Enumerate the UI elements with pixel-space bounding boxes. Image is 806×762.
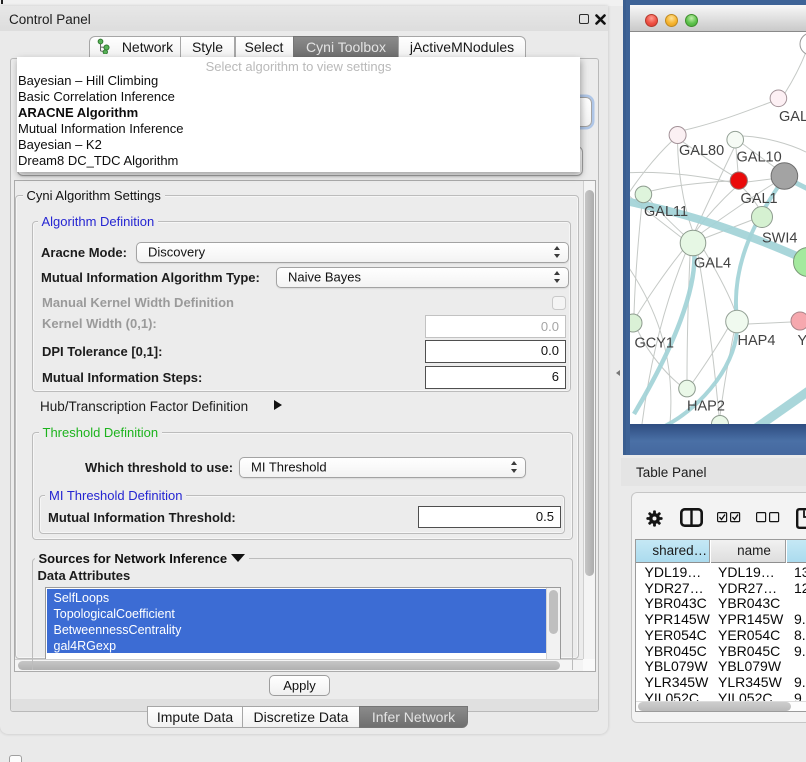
svg-text:HAP2: HAP2 xyxy=(687,399,725,415)
svg-text:Y: Y xyxy=(798,333,806,349)
svg-text:SWI4: SWI4 xyxy=(762,231,797,247)
svg-text:GAL10: GAL10 xyxy=(737,150,782,166)
svg-text:GAL7: GAL7 xyxy=(779,109,806,125)
svg-text:HAP4: HAP4 xyxy=(738,333,776,349)
svg-text:GAL80: GAL80 xyxy=(679,143,724,159)
svg-text:GCY1: GCY1 xyxy=(635,336,675,352)
svg-text:GAL4: GAL4 xyxy=(694,256,731,272)
svg-text:GAL1: GAL1 xyxy=(741,191,778,207)
svg-text:GAL11: GAL11 xyxy=(644,204,688,220)
